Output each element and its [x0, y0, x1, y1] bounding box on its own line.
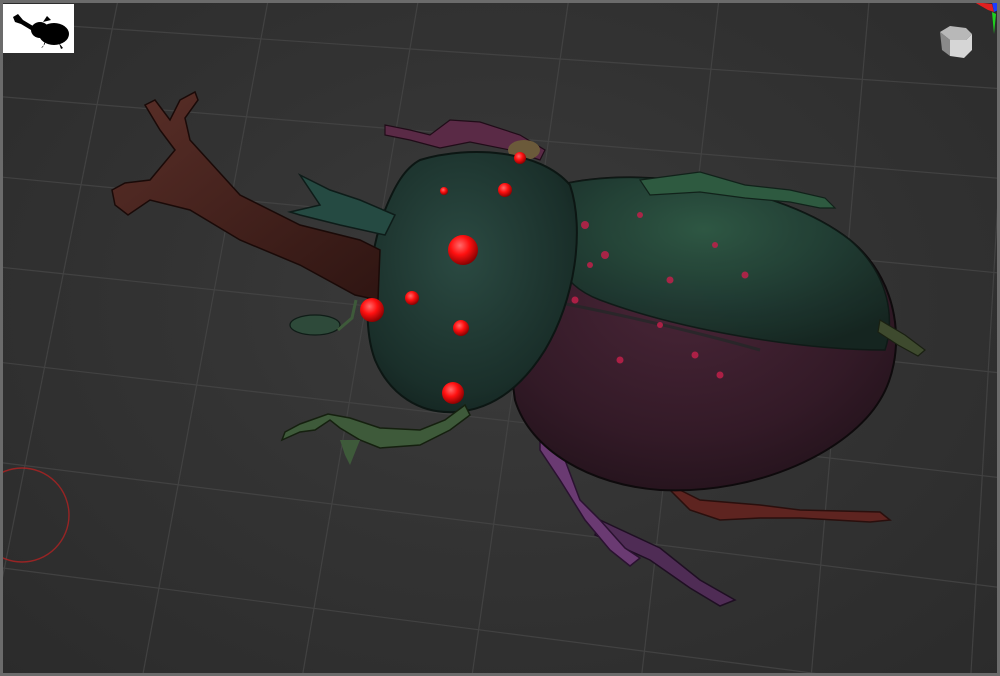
beetle-silhouette-icon[interactable] — [3, 4, 74, 53]
3d-viewport[interactable] — [0, 0, 1000, 676]
left-palp — [289, 299, 358, 336]
front-left-leg — [280, 403, 471, 465]
beetle-model[interactable] — [0, 0, 1000, 676]
view-cube-icon[interactable] — [928, 0, 1000, 68]
rear-leg — [594, 479, 892, 607]
